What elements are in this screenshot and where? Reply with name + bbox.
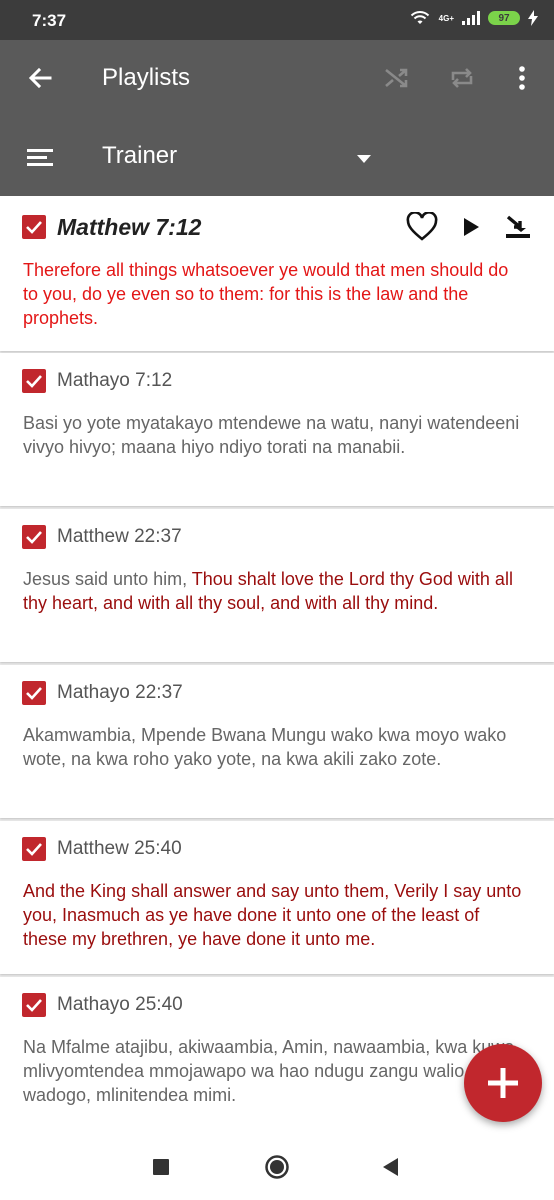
toolbar-bottom-row: Trainer xyxy=(0,118,554,196)
check-icon xyxy=(26,531,42,544)
verse-text: Akamwambia, Mpende Bwana Mungu wako kwa … xyxy=(23,723,528,771)
shuffle-icon xyxy=(385,68,408,88)
verse-text-plain: Akamwambia, Mpende Bwana Mungu wako kwa … xyxy=(23,725,507,769)
list-item[interactable]: Mathayo 25:40 Na Mfalme atajibu, akiwaam… xyxy=(0,977,554,1134)
playlist-name: Trainer xyxy=(102,142,178,169)
menu-button[interactable] xyxy=(24,142,56,174)
checkbox[interactable] xyxy=(22,369,46,393)
list-item[interactable]: Matthew 25:40 And the King shall answer … xyxy=(0,821,554,974)
status-icons: 4G+ 97 xyxy=(409,10,538,26)
check-icon xyxy=(26,221,42,234)
dropdown-arrow-icon xyxy=(357,155,371,163)
card-actions xyxy=(406,212,532,242)
verse-text-plain: Na Mfalme atajibu, akiwaambia, Amin, naw… xyxy=(23,1037,515,1105)
verse-text: Basi yo yote myatakayo mtendewe na watu,… xyxy=(23,411,528,459)
verse-text: Na Mfalme atajibu, akiwaambia, Amin, naw… xyxy=(23,1035,528,1107)
network-type: 4G+ xyxy=(438,13,454,23)
checkbox[interactable] xyxy=(22,993,46,1017)
status-bar: 7:37 4G+ 97 xyxy=(0,0,554,40)
heart-icon[interactable] xyxy=(406,212,438,242)
more-vert-icon xyxy=(519,66,525,90)
signal-icon xyxy=(462,11,480,25)
recents-button[interactable] xyxy=(148,1154,174,1180)
verse-text: Jesus said unto him, Thou shalt love the… xyxy=(23,567,528,615)
battery-icon: 97 xyxy=(488,11,520,25)
wifi-icon xyxy=(410,11,429,24)
verse-text: And the King shall answer and say unto t… xyxy=(23,879,528,951)
repeat-icon xyxy=(451,68,473,88)
verse-text-red: Therefore all things whatsoever ye would… xyxy=(23,260,509,328)
check-icon xyxy=(26,687,42,700)
more-options-button[interactable] xyxy=(506,62,538,94)
list-item[interactable]: Mathayo 7:12 Basi yo yote myatakayo mten… xyxy=(0,353,554,506)
back-nav-button[interactable] xyxy=(378,1154,404,1180)
verse-reference: Matthew 22:37 xyxy=(57,526,182,547)
repeat-button[interactable] xyxy=(446,62,478,94)
back-button[interactable] xyxy=(24,62,56,94)
checkbox[interactable] xyxy=(22,525,46,549)
verse-reference: Mathayo 25:40 xyxy=(57,994,183,1015)
home-button[interactable] xyxy=(264,1154,290,1180)
check-icon xyxy=(26,999,42,1012)
list-item[interactable]: Mathayo 22:37 Akamwambia, Mpende Bwana M… xyxy=(0,665,554,818)
verse-list[interactable]: Matthew 7:12 Therefore all things whatso… xyxy=(0,196,554,1134)
check-icon xyxy=(26,375,42,388)
checkbox[interactable] xyxy=(22,681,46,705)
plus-icon xyxy=(488,1068,518,1098)
toolbar-top-row: Playlists xyxy=(0,40,554,118)
checkbox[interactable] xyxy=(22,837,46,861)
checkbox[interactable] xyxy=(22,215,46,239)
add-button[interactable] xyxy=(464,1044,542,1122)
charging-icon xyxy=(528,10,538,26)
verse-text-red: And the King shall answer and say unto t… xyxy=(23,881,522,949)
verse-text-plain: Basi yo yote myatakayo mtendewe na watu,… xyxy=(23,413,520,457)
verse-text-plain: Jesus said unto him, xyxy=(23,569,192,589)
verse-reference: Mathayo 22:37 xyxy=(57,682,183,703)
download-icon[interactable] xyxy=(504,213,532,241)
list-item[interactable]: Matthew 22:37 Jesus said unto him, Thou … xyxy=(0,509,554,662)
square-icon xyxy=(153,1159,169,1175)
triangle-back-icon xyxy=(383,1158,398,1176)
verse-text: Therefore all things whatsoever ye would… xyxy=(23,258,528,330)
sort-lines-icon xyxy=(27,149,53,166)
back-arrow-icon xyxy=(28,67,52,89)
shuffle-button[interactable] xyxy=(380,62,412,94)
list-item[interactable]: Matthew 7:12 Therefore all things whatso… xyxy=(0,196,554,351)
playlist-dropdown[interactable]: Trainer xyxy=(102,142,378,176)
play-icon[interactable] xyxy=(460,215,482,239)
verse-reference: Matthew 25:40 xyxy=(57,838,182,859)
page-title: Playlists xyxy=(102,64,191,91)
toolbar: Playlists Trainer xyxy=(0,40,554,196)
verse-reference: Mathayo 7:12 xyxy=(57,370,173,391)
check-icon xyxy=(26,843,42,856)
system-nav-bar xyxy=(0,1134,554,1200)
status-time: 7:37 xyxy=(32,11,67,30)
circle-icon xyxy=(265,1155,289,1179)
verse-reference: Matthew 7:12 xyxy=(57,214,202,240)
